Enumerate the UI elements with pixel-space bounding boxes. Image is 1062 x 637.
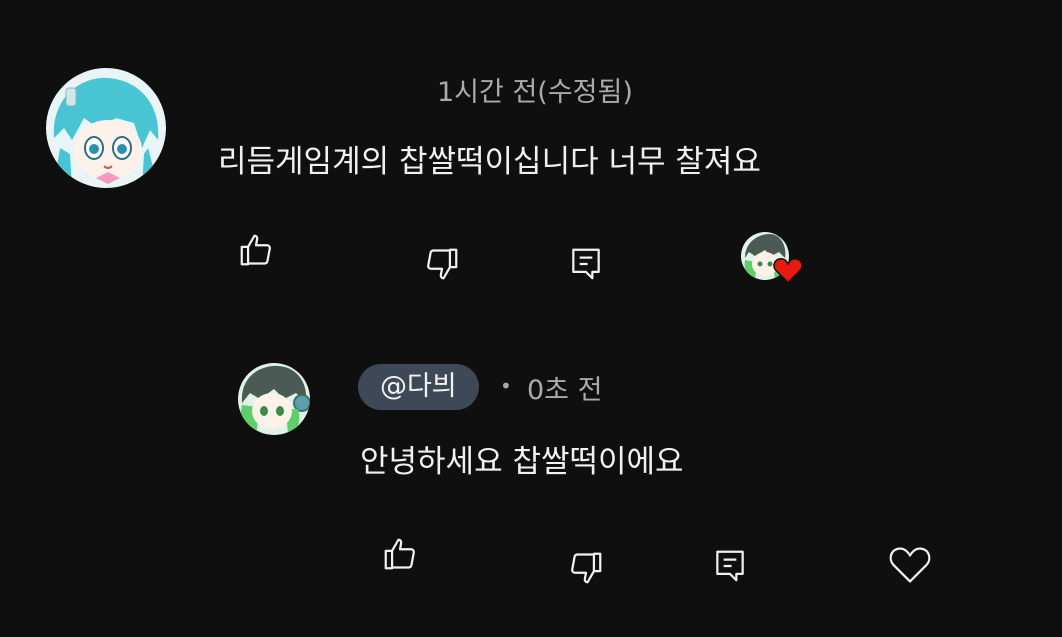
reply-icon <box>711 547 749 585</box>
reply-reply-button[interactable] <box>702 538 758 594</box>
thumbs-down-icon <box>423 245 461 283</box>
thumbs-up-icon <box>237 231 275 269</box>
comment-timestamp: 1시간 전(수정됨) <box>437 77 633 108</box>
creator-heart-badge[interactable] <box>741 232 805 288</box>
reply-heart-button[interactable] <box>882 536 938 592</box>
comment-like-button[interactable] <box>228 222 284 278</box>
heart-outline-icon <box>888 543 932 585</box>
thumbs-up-icon <box>381 535 419 573</box>
reply-text: 안녕하세요 찹쌀떡이에요 <box>360 444 684 480</box>
reply-author-handle[interactable]: @다븨 <box>358 364 479 410</box>
comment-text: 리듬게임계의 찹쌀떡이십니다 너무 찰져요 <box>218 144 761 180</box>
creator-heart-icon <box>773 256 803 288</box>
thumbs-down-icon <box>567 549 605 587</box>
reply-like-button[interactable] <box>372 526 428 582</box>
comment-reply-button[interactable] <box>558 236 614 292</box>
reply-avatar[interactable] <box>238 363 310 435</box>
commenter-avatar[interactable] <box>46 68 166 188</box>
reply-icon <box>567 245 605 283</box>
comment-dislike-button[interactable] <box>414 236 470 292</box>
meta-separator: • <box>500 374 512 398</box>
reply-dislike-button[interactable] <box>558 540 614 596</box>
reply-timestamp: 0초 전 <box>527 375 603 406</box>
